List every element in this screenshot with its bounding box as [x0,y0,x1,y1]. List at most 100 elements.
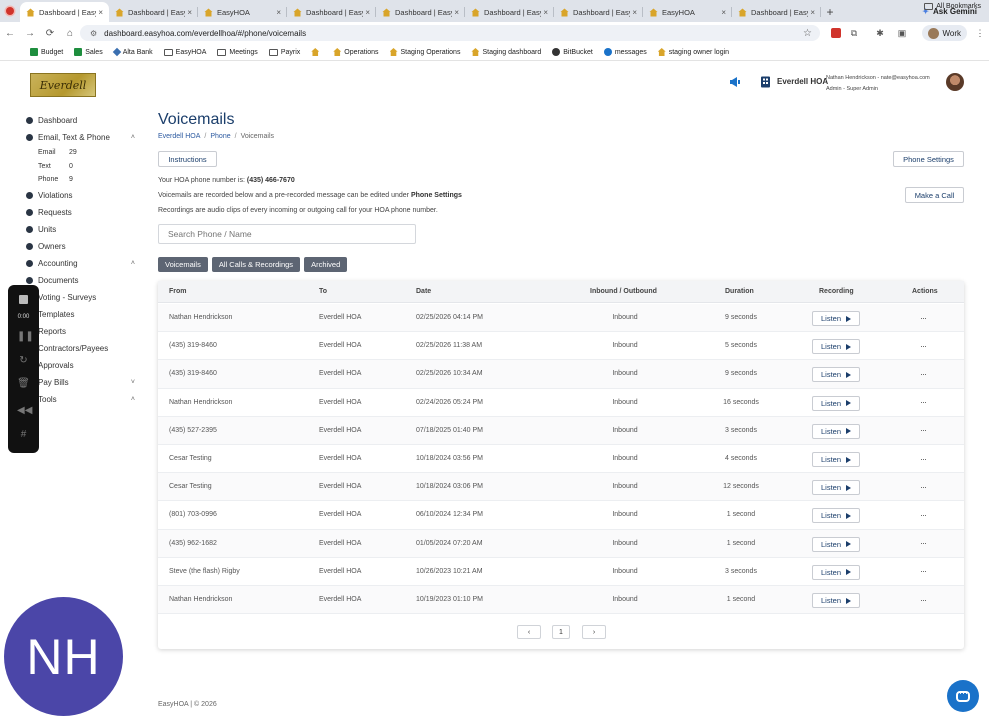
user-avatar[interactable] [946,73,964,91]
extension-red-icon[interactable] [830,25,842,41]
chevron-up-icon[interactable]: ˄ [131,260,135,267]
listen-button[interactable]: Listen [812,452,860,467]
close-tab-icon[interactable]: × [543,8,548,17]
sidebar-item-violations[interactable]: Violations [25,187,145,204]
address-bar[interactable]: ⚙ dashboard.easyhoa.com/everdellhoa/#/ph… [80,25,820,41]
profile-button[interactable]: Work [922,25,967,41]
bookmark-item[interactable]: BitBucket [552,48,593,56]
hoa-logo[interactable]: Everdell [30,73,96,97]
trash-icon[interactable]: 🗑 [17,377,30,390]
sidebar-item-templates[interactable]: Templates [25,306,145,323]
bookmark-item[interactable]: Budget [30,48,63,56]
bookmark-item[interactable]: Operations [333,48,379,56]
bookmark-item[interactable]: Staging Operations [389,48,460,56]
browser-tab[interactable]: Dashboard | Easy × [376,2,465,22]
row-actions-menu[interactable]: ··· [920,473,927,500]
restart-icon[interactable]: ↻ [17,354,30,367]
listen-button[interactable]: Listen [812,367,860,383]
col-date[interactable]: Date [416,281,431,302]
forward-icon[interactable]: → [20,28,40,39]
table-row[interactable]: Nathan Hendrickson Everdell HOA 10/19/2023… [158,586,964,615]
back-icon[interactable]: ← [0,28,20,39]
table-row[interactable]: Nathan Hendrickson Everdell HOA 02/25/2026… [158,304,964,333]
listen-button[interactable]: Listen [812,423,860,439]
tab-archived[interactable]: Archived [304,257,348,272]
tab-voicemails[interactable]: Voicemails [158,257,208,272]
sidebar-subitem-text[interactable]: Text 0 [25,160,145,174]
bookmark-item[interactable]: messages [603,48,647,56]
sidebar-item-pay-bills[interactable]: Pay Bills ˅ [25,374,145,391]
chevron-up-icon[interactable]: ˄ [131,396,135,403]
bookmark-item[interactable]: Sales [74,48,103,56]
bookmark-item[interactable]: Staging dashboard [471,48,541,56]
sidebar-item-email-text-phone[interactable]: Email, Text & Phone ˄ [25,129,145,146]
close-tab-icon[interactable]: × [276,8,281,17]
chevron-up-icon[interactable]: ˄ [131,134,135,141]
rewind-icon[interactable]: ◀◀ [17,404,32,417]
breadcrumb-phone[interactable]: Phone [210,133,230,140]
table-row[interactable]: (435) 319-8460 Everdell HOA 02/25/2026 10:… [158,360,964,389]
home-icon[interactable]: ⌂ [60,28,80,39]
close-tab-icon[interactable]: × [365,8,370,17]
table-row[interactable]: (801) 703-0996 Everdell HOA 06/10/2024 12:… [158,501,964,530]
row-actions-menu[interactable]: ··· [920,417,927,444]
listen-button[interactable]: Listen [812,564,860,580]
sidebar-subitem-phone[interactable]: Phone 9 [25,173,145,187]
listen-button[interactable]: Listen [812,395,860,411]
instructions-button[interactable]: Instructions [158,151,217,167]
sidebar-item-accounting[interactable]: Accounting ˄ [25,255,145,272]
browser-tab[interactable]: EasyHOA × [198,2,287,22]
listen-button[interactable]: Listen [812,480,860,496]
close-tab-icon[interactable]: × [454,8,459,17]
browser-tab[interactable]: EasyHOA × [643,2,732,22]
search-input[interactable] [158,224,416,244]
site-info-icon[interactable]: ⚙ [90,29,97,38]
listen-button[interactable]: Listen [812,339,860,355]
next-page-button[interactable]: › [582,625,606,639]
tab-all-calls-recordings[interactable]: All Calls & Recordings [211,257,301,272]
row-actions-menu[interactable]: ··· [920,558,927,585]
row-actions-menu[interactable]: ··· [920,304,927,331]
table-row[interactable]: (435) 962-1682 Everdell HOA 01/05/2024 07:… [158,529,964,558]
row-actions-menu[interactable]: ··· [920,586,927,613]
bookmark-item[interactable]: Alta Bank [112,47,153,57]
current-page-button[interactable]: 1 [552,625,570,639]
col-to[interactable]: To [319,281,327,302]
close-tab-icon[interactable]: × [187,8,192,17]
sidebar-item-dashboard[interactable]: Dashboard [25,112,145,129]
chat-support-button[interactable] [947,680,979,712]
org-name[interactable]: Everdell HOA [777,77,828,86]
sidebar-item-tools[interactable]: Tools ˄ [25,391,145,408]
all-bookmarks-button[interactable]: All Bookmarks [924,3,981,10]
sidepanel-icon[interactable]: ▣ [896,25,908,41]
browser-tab[interactable]: Dashboard | Easy × [287,2,376,22]
col-direction[interactable]: Inbound / Outbound [590,281,657,302]
row-actions-menu[interactable]: ··· [920,501,927,528]
listen-button[interactable]: Listen [812,536,860,552]
row-actions-menu[interactable]: ··· [920,445,927,472]
row-actions-menu[interactable]: ··· [920,389,927,416]
extensions-puzzle-icon[interactable]: ⧉ [848,25,860,41]
prev-page-button[interactable]: ‹ [517,625,541,639]
reload-icon[interactable]: ⟳ [40,28,60,39]
row-actions-menu[interactable]: ··· [920,530,927,557]
close-tab-icon[interactable]: × [721,8,726,17]
table-row[interactable]: (435) 319-8460 Everdell HOA 02/25/2026 11:… [158,332,964,361]
phone-settings-link[interactable]: Phone Settings [411,192,462,199]
browser-tab[interactable]: Dashboard | Easy × [465,2,554,22]
sidebar-item-units[interactable]: Units [25,221,145,238]
row-actions-menu[interactable]: ··· [920,332,927,359]
table-row[interactable]: Nathan Hendrickson Everdell HOA 02/24/2026… [158,388,964,417]
close-tab-icon[interactable]: × [810,8,815,17]
bookmark-item[interactable] [311,48,322,56]
listen-button[interactable]: Listen [812,311,860,326]
sidebar-item-contractors-payees[interactable]: Contractors/Payees [25,340,145,357]
browser-tab[interactable]: Dashboard | Easy × [20,2,109,22]
bookmark-item[interactable]: EasyHOA [163,48,206,56]
browser-tab[interactable]: Dashboard | Easy × [554,2,643,22]
bookmark-star-icon[interactable]: ☆ [803,28,812,39]
browser-tab[interactable]: Dashboard | Easy × [732,2,821,22]
extension-icon[interactable]: ✱ [874,25,886,41]
sidebar-item-owners[interactable]: Owners [25,238,145,255]
table-row[interactable]: Steve (the flash) Rigby Everdell HOA 10/26… [158,557,964,586]
